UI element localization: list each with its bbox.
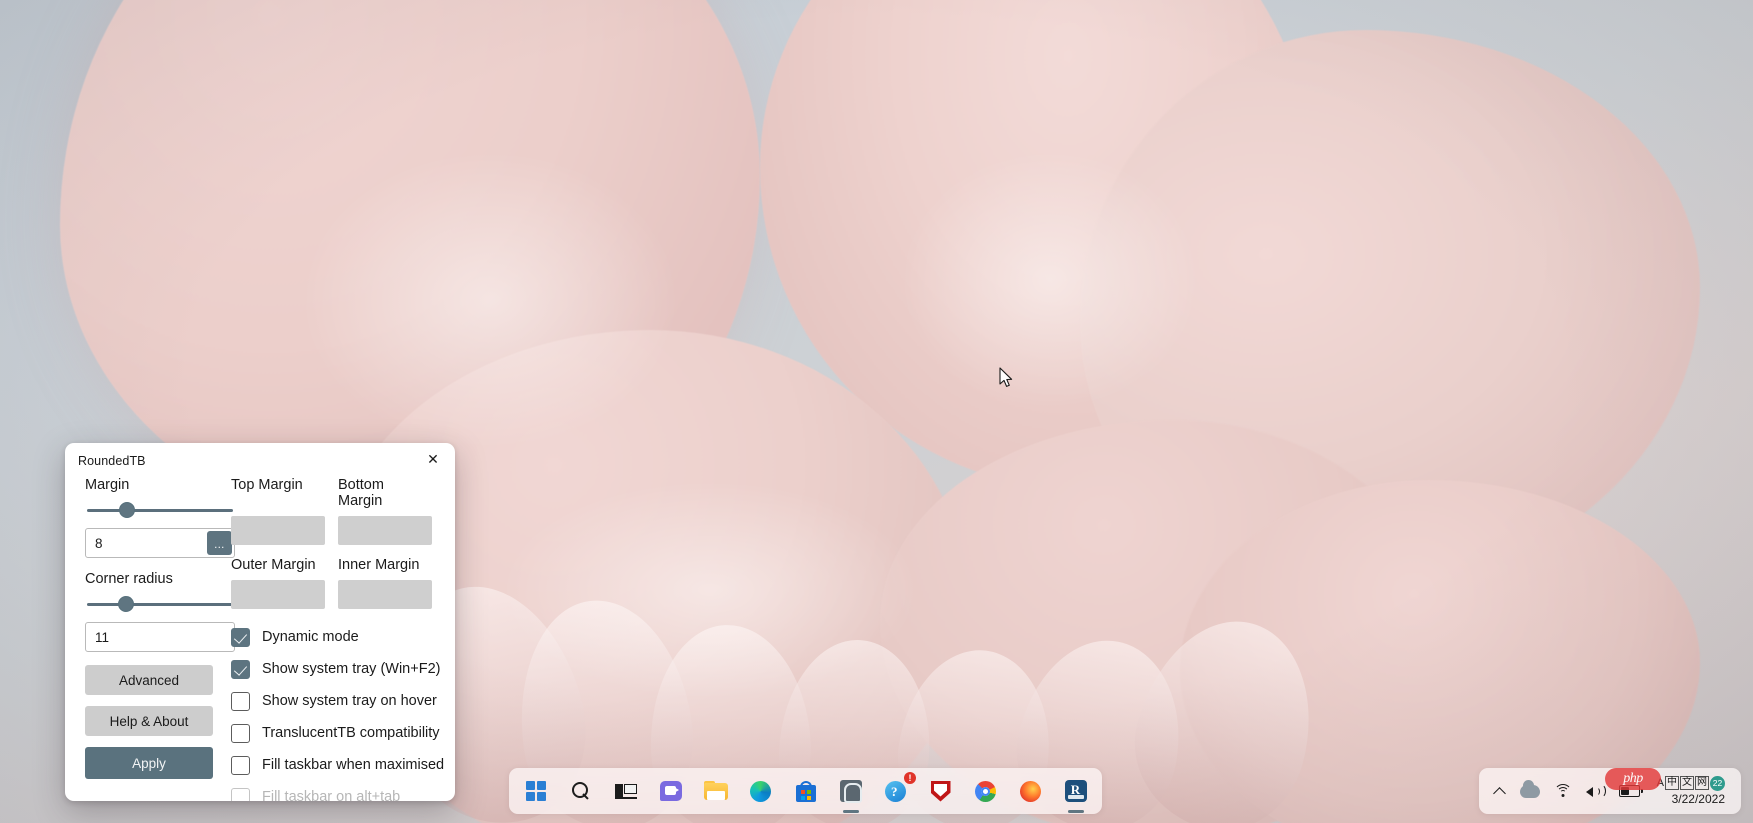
ime-latin-label: A [1657, 777, 1664, 789]
options-checkbox-list: Dynamic mode Show system tray (Win+F2) Sho… [231, 621, 455, 801]
wallpaper-highlight [500, 480, 920, 700]
corner-radius-slider[interactable] [85, 594, 235, 614]
redshelf-icon[interactable]: R [1053, 771, 1098, 811]
close-icon[interactable]: ✕ [411, 443, 455, 475]
checkbox-row-fill-taskbar-when-maximised[interactable]: Fill taskbar when maximised [231, 749, 455, 781]
microsoft-teams-chat-icon[interactable] [648, 771, 693, 811]
margin-input-top-margin[interactable] [231, 516, 325, 545]
apply-button[interactable]: Apply [85, 747, 213, 779]
margin-input-inner-margin[interactable] [338, 580, 432, 609]
checkbox-row-show-system-tray-on-hover[interactable]: Show system tray on hover [231, 685, 455, 717]
checkbox-row-dynamic-mode[interactable]: Dynamic mode [231, 621, 455, 653]
margin-input-bottom-margin[interactable] [338, 516, 432, 545]
wallpaper-highlight [300, 150, 680, 450]
microsoft-store-icon[interactable] [783, 771, 828, 811]
checkbox-label: Fill taskbar when maximised [262, 757, 444, 773]
system-tray: A 中 文 网 22 3/22/2022 [1479, 768, 1741, 814]
margin-label: Margin [85, 477, 235, 493]
checkbox-row-translucenttb-compatibility[interactable]: TranslucentTB compatibility [231, 717, 455, 749]
taskbar: ?! R [509, 768, 1102, 814]
corner-radius-input[interactable] [86, 623, 234, 651]
margin-input-outer-margin[interactable] [231, 580, 325, 609]
corner-radius-value-field[interactable] [85, 622, 235, 652]
mcafee-shield-icon[interactable] [918, 771, 963, 811]
ime-language-indicator[interactable]: A 中 文 网 22 [1657, 776, 1725, 791]
margin-slider-track [87, 509, 233, 512]
checkbox-icon[interactable] [231, 756, 250, 775]
volume-icon[interactable] [1581, 780, 1610, 803]
cloud-icon[interactable] [1515, 781, 1545, 802]
margin-value-field[interactable]: … [85, 528, 235, 558]
ime-badge: 22 [1710, 776, 1725, 791]
checkbox-label: Fill taskbar on alt+tab [262, 789, 400, 801]
checkbox-label: TranslucentTB compatibility [262, 725, 440, 741]
corner-radius-slider-track [87, 603, 233, 606]
margin-slider[interactable] [85, 500, 235, 520]
help-about-button[interactable]: Help & About [85, 706, 213, 736]
search-icon[interactable] [558, 771, 603, 811]
firefox-icon[interactable] [1008, 771, 1053, 811]
battery-icon[interactable] [1614, 781, 1645, 801]
ime-box-3: 网 [1695, 776, 1709, 790]
clock-date: 3/22/2022 [1672, 791, 1725, 807]
roundedtb-window: RoundedTB ✕ Margin … Corner radius [65, 443, 455, 801]
notification-badge: ! [904, 772, 916, 784]
microsoft-edge-icon[interactable] [738, 771, 783, 811]
margin-fields-grid: Top Margin Bottom Margin Outer Margin Inner… [231, 477, 455, 621]
checkbox-label: Show system tray on hover [262, 693, 437, 709]
checkbox-icon[interactable] [231, 724, 250, 743]
window-titlebar[interactable]: RoundedTB ✕ [65, 443, 455, 477]
window-body: Margin … Corner radius Advanced [65, 477, 455, 801]
checkbox-row-show-system-tray-win-f2[interactable]: Show system tray (Win+F2) [231, 653, 455, 685]
desktop: RoundedTB ✕ Margin … Corner radius [0, 0, 1753, 823]
margin-slider-thumb[interactable] [119, 502, 135, 518]
ime-box-1: 中 [1665, 776, 1679, 790]
advanced-button[interactable]: Advanced [85, 665, 213, 695]
google-chrome-icon[interactable] [963, 771, 1008, 811]
checkbox-label: Show system tray (Win+F2) [262, 661, 440, 677]
checkbox-icon[interactable] [231, 660, 250, 679]
wallpaper-highlight [900, 150, 1200, 410]
margin-field-label: Bottom Margin [338, 477, 432, 509]
margin-field-label: Inner Margin [338, 557, 432, 573]
checkbox-icon[interactable] [231, 628, 250, 647]
window-title: RoundedTB [78, 454, 146, 468]
margin-field-label: Top Margin [231, 477, 325, 509]
help-question-icon[interactable]: ?! [873, 771, 918, 811]
margin-field-label: Outer Margin [231, 557, 325, 573]
checkbox-icon [231, 788, 250, 802]
corner-radius-label: Corner radius [85, 571, 235, 587]
windows-start-icon[interactable] [513, 771, 558, 811]
checkbox-label: Dynamic mode [262, 629, 359, 645]
margin-more-button[interactable]: … [207, 531, 232, 555]
right-settings-column: Top Margin Bottom Margin Outer Margin Inner… [231, 477, 455, 801]
task-view-icon[interactable] [603, 771, 648, 811]
left-settings-column: Margin … Corner radius Advanced [85, 477, 235, 779]
wifi-icon[interactable] [1549, 780, 1577, 802]
checkbox-icon[interactable] [231, 692, 250, 711]
file-explorer-icon[interactable] [693, 771, 738, 811]
clock-and-date[interactable]: A 中 文 网 22 3/22/2022 [1649, 776, 1731, 807]
ime-box-2: 文 [1680, 776, 1694, 790]
corner-radius-slider-thumb[interactable] [118, 596, 134, 612]
app-generic-icon[interactable] [828, 771, 873, 811]
checkbox-row-fill-taskbar-on-alt-tab: Fill taskbar on alt+tab [231, 781, 455, 801]
chevron-up-icon[interactable] [1489, 781, 1511, 801]
